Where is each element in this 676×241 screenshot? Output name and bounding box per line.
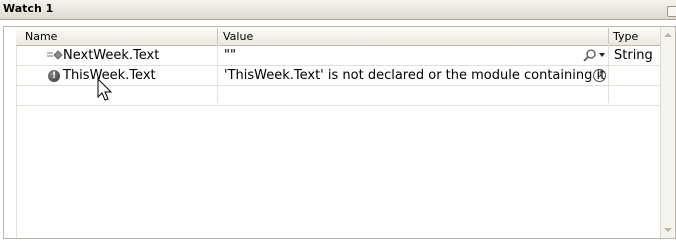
watch-value[interactable]: "" [224, 48, 236, 63]
window-title: Watch 1 [3, 2, 54, 15]
error-icon: ! [48, 70, 60, 82]
property-icon [47, 50, 63, 60]
column-header: Name Value Type [16, 27, 660, 46]
chevron-down-icon[interactable] [599, 53, 605, 57]
watch-type: String [614, 48, 653, 63]
column-type-header[interactable]: Type [613, 30, 638, 43]
column-value-header[interactable]: Value [223, 30, 253, 43]
watch-grid: Name Value Type NextWeek.Text "" String … [3, 26, 676, 239]
magnifier-icon[interactable] [583, 48, 597, 62]
watch-window-titlebar: Watch 1 [0, 0, 676, 20]
mouse-cursor-icon [97, 78, 113, 101]
column-divider[interactable] [217, 28, 218, 44]
scroll-up-icon[interactable] [664, 33, 672, 37]
scroll-down-icon[interactable] [664, 228, 672, 232]
vertical-scrollbar[interactable] [660, 27, 675, 238]
column-divider[interactable] [608, 28, 609, 44]
watch-name[interactable]: NextWeek.Text [63, 48, 159, 63]
column-name-header[interactable]: Name [25, 30, 57, 43]
watch-value[interactable]: 'ThisWeek.Text' is not declared or the m… [224, 68, 605, 83]
watch-row[interactable]: NextWeek.Text "" String [16, 46, 660, 66]
expand-value-icon[interactable]: ⇓ [593, 69, 606, 82]
close-icon[interactable] [667, 6, 676, 17]
